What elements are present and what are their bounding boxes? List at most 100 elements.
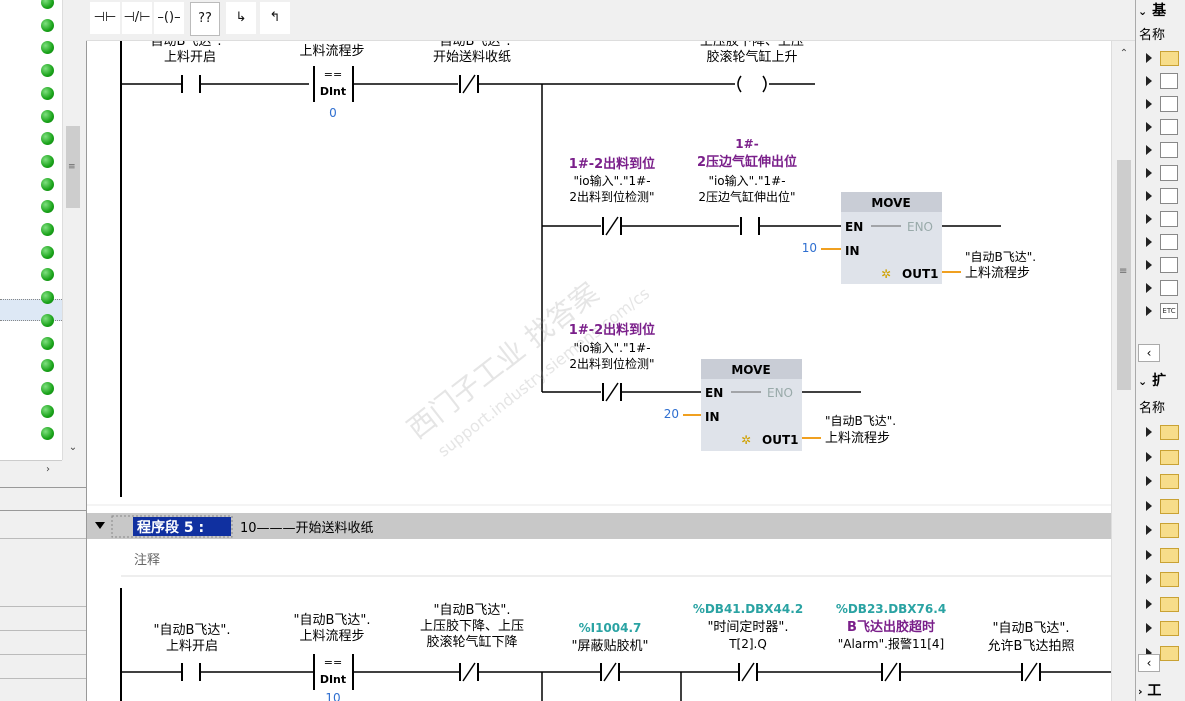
network5-title[interactable]: 程序段 5 :	[137, 519, 204, 536]
expand-arrow-icon[interactable]	[1146, 500, 1152, 511]
move-block-2[interactable]: MOVE EN ENO IN ✲ OUT1	[701, 359, 802, 451]
network5-comment-title[interactable]: 10———开始送料收纸	[240, 521, 374, 536]
editor-scroll-up-icon[interactable]: ⌃	[1116, 46, 1132, 62]
collapse-icon[interactable]: ⌄	[1138, 5, 1147, 18]
n5-c4-l2: T[2].Q	[728, 637, 767, 651]
instruction-folder-item[interactable]	[1138, 254, 1185, 276]
contact-nc-1[interactable]	[459, 74, 479, 94]
ladder-editor[interactable]: "自动B飞达". 上料开启 上料流程步 "自动B飞达". 开始送料收纸 上压胶下…	[86, 0, 1136, 701]
extended-folder-item[interactable]	[1138, 470, 1185, 492]
extended-folder-item[interactable]	[1138, 495, 1185, 517]
section-basic-header[interactable]: ⌄ 基	[1138, 0, 1185, 20]
expand-arrow-icon[interactable]	[1146, 99, 1152, 109]
extended-folder-item[interactable]	[1138, 544, 1185, 566]
network5-comment-placeholder[interactable]: 注释	[134, 553, 160, 568]
coil-output[interactable]	[737, 75, 767, 93]
expand-icon[interactable]: ›	[1138, 685, 1143, 698]
instruction-folder-item[interactable]	[1138, 70, 1185, 92]
insert-no-contact-button[interactable]: ⊣⊢	[90, 2, 120, 34]
instruction-folder-item[interactable]	[1138, 277, 1185, 299]
scroll-up-icon[interactable]: ⌃	[65, 0, 81, 10]
move-block-1[interactable]: MOVE EN ENO IN ✲ OUT1	[841, 192, 942, 284]
instruction-folder-item[interactable]	[1138, 208, 1185, 230]
n5-contact-nc-5[interactable]	[881, 662, 901, 682]
n5-cmp-l2: 上料流程步	[299, 629, 364, 644]
scroll-left-icon[interactable]: ‹	[1138, 344, 1160, 362]
n5-contact-nc-6[interactable]	[1021, 662, 1041, 682]
expand-arrow-icon[interactable]	[1146, 598, 1152, 609]
insert-coil-button[interactable]: –()–	[154, 2, 184, 34]
expand-arrow-icon[interactable]	[1146, 574, 1152, 584]
contact-no-1[interactable]	[181, 75, 201, 93]
expand-arrow-icon[interactable]	[1146, 214, 1152, 224]
folder-icon	[1160, 474, 1179, 489]
expand-arrow-icon[interactable]	[1146, 76, 1152, 86]
insert-nc-contact-button[interactable]: ⊣/⊢	[122, 2, 152, 34]
contact-nc-2[interactable]	[602, 216, 622, 236]
instruction-folder-item[interactable]	[1138, 47, 1185, 69]
scroll-right-icon[interactable]: ›	[40, 462, 56, 478]
extended-folder-item[interactable]	[1138, 519, 1185, 541]
prog-icon	[1160, 234, 1178, 250]
expand-arrow-icon[interactable]	[1146, 122, 1152, 132]
instruction-folder-item[interactable]: ETC	[1138, 300, 1185, 322]
collapse-icon[interactable]: ⌄	[1138, 375, 1147, 388]
extended-folder-item[interactable]	[1138, 568, 1185, 590]
close-branch-button[interactable]: ↰	[260, 2, 290, 34]
divider	[0, 510, 86, 511]
n5-compare-box[interactable]: == DInt	[313, 654, 354, 690]
expand-arrow-icon[interactable]	[1146, 53, 1152, 63]
folder-icon	[1160, 425, 1179, 440]
instruction-folder-item[interactable]	[1138, 231, 1185, 253]
expand-arrow-icon[interactable]	[1146, 260, 1152, 270]
open-branch-button[interactable]: ↳	[226, 2, 256, 34]
network5-comment-field[interactable]	[121, 546, 1111, 572]
scroll-down-icon[interactable]: ⌄	[65, 440, 81, 456]
left-vertical-scrollbar[interactable]: ⌃ ≡ ⌄	[62, 0, 83, 460]
editor-vertical-scrollbar[interactable]: ⌃ ≡	[1111, 40, 1136, 701]
extended-folder-item[interactable]	[1138, 593, 1185, 615]
scroll-left-icon[interactable]: ‹	[1138, 654, 1160, 672]
insert-empty-box-button[interactable]: ??	[190, 2, 220, 36]
expand-arrow-icon[interactable]	[1146, 145, 1152, 155]
contact-no-2[interactable]	[740, 217, 760, 235]
instruction-folder-item[interactable]	[1138, 93, 1185, 115]
expand-arrow-icon[interactable]	[1146, 451, 1152, 462]
expand-arrow-icon[interactable]	[1146, 306, 1152, 316]
n5-contact-nc-4[interactable]	[738, 662, 758, 682]
expand-arrow-icon[interactable]	[1146, 191, 1152, 201]
section-tech-header[interactable]: › 工	[1138, 680, 1185, 700]
n5-cmp-l1: "自动B飞达".	[293, 613, 370, 628]
move1-out-var2: 上料流程步	[965, 266, 1030, 281]
section-extended-header[interactable]: ⌄ 扩	[1138, 370, 1185, 390]
n5-contact-nc-2[interactable]	[459, 662, 479, 682]
folder-icon	[1160, 523, 1179, 538]
n5-cmp-op: ==	[324, 656, 342, 669]
expand-arrow-icon[interactable]	[1146, 623, 1152, 633]
instruction-folder-item[interactable]	[1138, 116, 1185, 138]
extended-folder-item[interactable]	[1138, 446, 1185, 468]
expand-arrow-icon[interactable]	[1146, 525, 1152, 535]
status-ok-icon	[41, 336, 54, 350]
expand-arrow-icon[interactable]	[1146, 168, 1152, 178]
extended-folder-item[interactable]	[1138, 421, 1185, 443]
rung2-c3-addr1: "io输入"."1#-	[573, 173, 650, 188]
divider	[0, 654, 86, 655]
expand-arrow-icon[interactable]	[1146, 549, 1152, 560]
extended-folder-item[interactable]	[1138, 617, 1185, 639]
status-list	[0, 0, 62, 460]
instruction-folder-item[interactable]	[1138, 162, 1185, 184]
ladder-canvas[interactable]: "自动B飞达". 上料开启 上料流程步 "自动B飞达". 开始送料收纸 上压胶下…	[87, 0, 1136, 701]
contact-nc-3[interactable]	[602, 382, 622, 402]
expand-arrow-icon[interactable]	[1146, 427, 1152, 437]
folder-icon	[1160, 596, 1179, 612]
instruction-folder-item[interactable]	[1138, 139, 1185, 161]
cmp-type: DInt	[320, 85, 346, 98]
expand-arrow-icon[interactable]	[1146, 283, 1152, 293]
divider	[0, 678, 86, 679]
n5-contact-nc-3[interactable]	[600, 662, 620, 682]
compare-dint-box[interactable]: == DInt	[313, 66, 354, 102]
instruction-folder-item[interactable]	[1138, 185, 1185, 207]
expand-arrow-icon[interactable]	[1146, 237, 1152, 247]
expand-arrow-icon[interactable]	[1146, 476, 1152, 486]
